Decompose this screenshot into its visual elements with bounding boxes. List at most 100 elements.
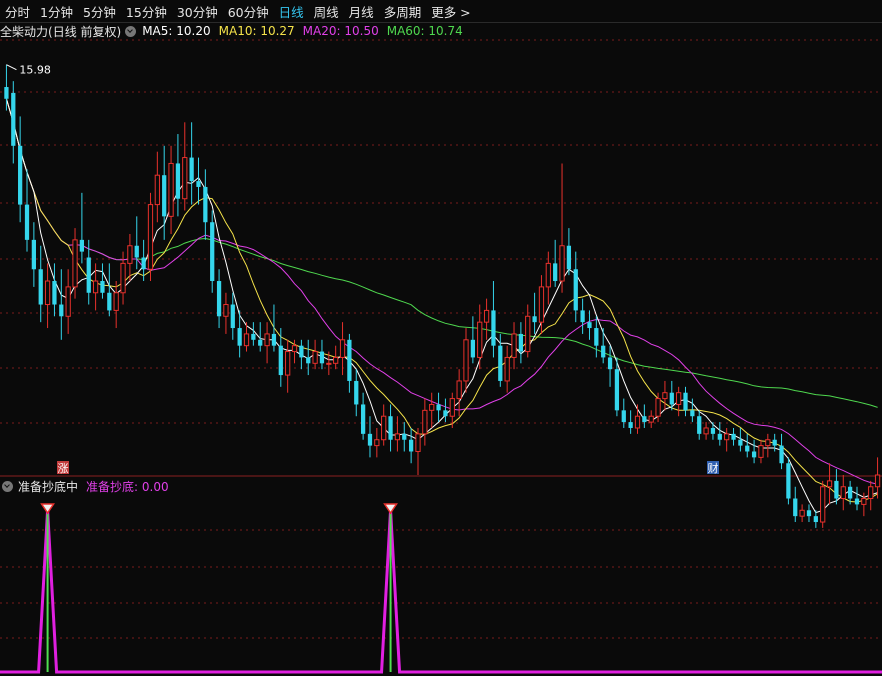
candle-body-62 [429, 403, 435, 411]
candle-body-50 [347, 339, 352, 381]
candle-body-36 [251, 333, 256, 340]
candle-body-30 [210, 222, 215, 282]
event-marker-0: 涨 [58, 462, 69, 475]
chart-canvas[interactable]: 15.98 涨 财 [0, 0, 882, 676]
candle-body-57 [394, 433, 401, 441]
candle-body-13 [92, 280, 99, 294]
candle-body-21 [147, 204, 154, 270]
candle-body-12 [86, 257, 91, 293]
candle-body-53 [367, 433, 373, 446]
candle-body-120 [826, 480, 833, 488]
candle-body-125 [861, 498, 867, 505]
candle-body-69 [477, 321, 483, 358]
candle-body-49 [339, 339, 346, 358]
candle-body-20 [141, 257, 146, 270]
candle-body-6 [44, 280, 51, 306]
candle-body-65 [449, 398, 455, 417]
candle-body-16 [113, 292, 119, 311]
indicator-line [0, 509, 882, 674]
candle-body-51 [354, 380, 359, 405]
candle-body-119 [820, 486, 826, 523]
candle-body-32 [223, 304, 229, 317]
candle-body-85 [587, 322, 592, 329]
candle-body-9 [65, 286, 71, 317]
candle-body-55 [381, 415, 387, 441]
candle-body-99 [683, 392, 688, 411]
candle-body-37 [258, 339, 263, 346]
candle-body-18 [127, 245, 133, 264]
candle-body-93 [642, 416, 647, 423]
candle-body-77 [532, 316, 537, 323]
candle-body-83 [573, 269, 578, 311]
indicator-signal-icon-0 [40, 503, 55, 515]
candle-body-94 [648, 415, 654, 423]
candle-body-23 [162, 175, 167, 217]
candle-body-112 [772, 439, 777, 446]
candle-body-47 [326, 362, 332, 365]
candle-body-33 [230, 304, 235, 329]
candle-body-84 [580, 310, 585, 323]
candle-body-122 [840, 486, 846, 500]
event-marker-1: 财 [708, 461, 719, 475]
candle-body-35 [243, 333, 250, 347]
candle-body-78 [538, 286, 545, 323]
candle-body-59 [409, 439, 414, 452]
candle-body-79 [545, 262, 551, 288]
candle-body-15 [107, 292, 112, 311]
high-marker-arrow [6, 64, 17, 71]
candle-body-60 [415, 433, 421, 452]
candle-body-107 [738, 439, 743, 446]
candle-body-103 [710, 427, 716, 434]
candle-body-96 [662, 392, 668, 400]
candle-body-81 [559, 245, 565, 282]
candle-body-28 [196, 181, 201, 187]
candle-body-92 [634, 415, 641, 429]
candle-body-64 [443, 410, 448, 417]
high-marker-label: 15.98 [19, 64, 51, 77]
candle-body-68 [470, 339, 475, 358]
candle-body-31 [216, 281, 222, 317]
candle-body-114 [786, 463, 791, 499]
candle-body-126 [868, 486, 874, 500]
candle-body-38 [264, 333, 270, 347]
candle-body-25 [175, 163, 181, 199]
candle-body-123 [848, 486, 853, 499]
candle-body-124 [854, 498, 860, 505]
candle-body-14 [100, 281, 105, 293]
candle-body-52 [360, 404, 366, 434]
candle-body-70 [483, 309, 490, 323]
candle-body-29 [203, 186, 208, 223]
candle-body-102 [703, 427, 709, 435]
candle-body-86 [594, 328, 599, 346]
candle-body-5 [38, 269, 43, 305]
candle-body-115 [793, 498, 798, 517]
candle-body-89 [614, 369, 620, 411]
candle-body-48 [333, 356, 339, 364]
candle-body-82 [566, 245, 572, 270]
candle-body-73 [504, 356, 510, 382]
candle-body-66 [456, 380, 462, 400]
candle-body-10 [72, 239, 78, 288]
candle-body-80 [553, 263, 558, 282]
candle-body-7 [52, 281, 57, 305]
candle-body-58 [402, 433, 407, 440]
candle-body-26 [182, 157, 188, 200]
candle-body-0 [4, 87, 9, 99]
candle-body-54 [374, 439, 380, 447]
candle-body-39 [271, 333, 277, 346]
candle-body-109 [751, 451, 757, 458]
candle-body-27 [189, 157, 194, 182]
candle-body-4 [31, 239, 36, 270]
candle-body-63 [436, 404, 441, 411]
candle-body-41 [285, 351, 291, 376]
candle-body-95 [655, 398, 661, 417]
candle-body-8 [59, 304, 64, 317]
candle-body-104 [717, 433, 722, 440]
candle-body-100 [690, 410, 695, 417]
candle-body-22 [154, 174, 160, 206]
candle-body-98 [676, 392, 682, 405]
candle-body-17 [120, 262, 126, 294]
candle-body-91 [628, 422, 633, 428]
candle-body-101 [697, 416, 702, 434]
candle-body-127 [874, 474, 881, 488]
